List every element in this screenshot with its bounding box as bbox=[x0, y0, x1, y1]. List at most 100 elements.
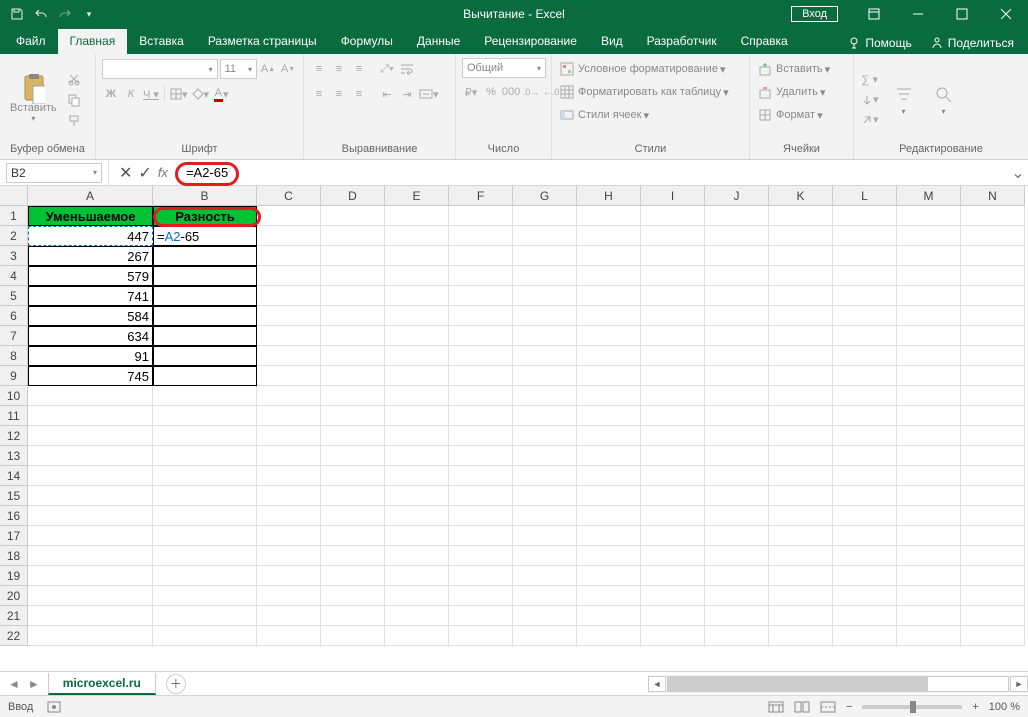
cell[interactable] bbox=[321, 206, 385, 226]
cell[interactable] bbox=[513, 506, 577, 526]
cell[interactable] bbox=[705, 526, 769, 546]
copy-icon[interactable] bbox=[65, 91, 83, 109]
row-header[interactable]: 22 bbox=[0, 626, 28, 646]
cell[interactable] bbox=[28, 526, 153, 546]
cell[interactable] bbox=[513, 366, 577, 386]
cell[interactable] bbox=[769, 606, 833, 626]
cell[interactable] bbox=[513, 546, 577, 566]
cell[interactable]: =A2-65 bbox=[153, 226, 257, 246]
cell[interactable] bbox=[513, 286, 577, 306]
cell[interactable] bbox=[577, 386, 641, 406]
row-header[interactable]: 1 bbox=[0, 206, 28, 226]
cell[interactable] bbox=[385, 386, 449, 406]
cell[interactable] bbox=[28, 606, 153, 626]
borders-icon[interactable]: ▾ bbox=[169, 85, 189, 103]
cell[interactable] bbox=[641, 566, 705, 586]
row-header[interactable]: 21 bbox=[0, 606, 28, 626]
cell[interactable] bbox=[769, 626, 833, 646]
accounting-format-icon[interactable]: ₽▾ bbox=[462, 83, 480, 101]
cell[interactable] bbox=[577, 446, 641, 466]
cell[interactable] bbox=[385, 446, 449, 466]
cell[interactable] bbox=[705, 426, 769, 446]
cell[interactable] bbox=[705, 406, 769, 426]
cell[interactable] bbox=[577, 506, 641, 526]
autosum-icon[interactable]: ∑ ▾ bbox=[860, 71, 880, 89]
cell[interactable] bbox=[961, 586, 1025, 606]
cell[interactable] bbox=[705, 486, 769, 506]
cell[interactable] bbox=[449, 286, 513, 306]
row-header[interactable]: 4 bbox=[0, 266, 28, 286]
row-header[interactable]: 16 bbox=[0, 506, 28, 526]
column-header[interactable]: A bbox=[28, 186, 153, 206]
save-icon[interactable] bbox=[6, 3, 28, 25]
cell[interactable] bbox=[153, 406, 257, 426]
column-header[interactable]: F bbox=[449, 186, 513, 206]
cell[interactable] bbox=[449, 386, 513, 406]
cell[interactable] bbox=[769, 326, 833, 346]
cell[interactable] bbox=[705, 566, 769, 586]
cell[interactable] bbox=[769, 486, 833, 506]
cell[interactable] bbox=[385, 586, 449, 606]
redo-icon[interactable] bbox=[54, 3, 76, 25]
fill-icon[interactable]: ▾ bbox=[860, 91, 880, 109]
cell[interactable]: 584 bbox=[28, 306, 153, 326]
cell[interactable] bbox=[961, 266, 1025, 286]
cell[interactable] bbox=[833, 446, 897, 466]
login-button[interactable]: Вход bbox=[791, 6, 838, 22]
row-header[interactable]: 5 bbox=[0, 286, 28, 306]
select-all-corner[interactable] bbox=[0, 186, 28, 206]
cell[interactable] bbox=[641, 346, 705, 366]
cell[interactable] bbox=[961, 606, 1025, 626]
row-header[interactable]: 10 bbox=[0, 386, 28, 406]
increase-font-icon[interactable]: A▲ bbox=[259, 60, 277, 78]
decrease-font-icon[interactable]: A▼ bbox=[279, 60, 297, 78]
cell[interactable] bbox=[513, 326, 577, 346]
cell[interactable] bbox=[257, 326, 321, 346]
cell[interactable] bbox=[705, 286, 769, 306]
cell[interactable] bbox=[449, 526, 513, 546]
cell[interactable] bbox=[833, 206, 897, 226]
cell[interactable] bbox=[897, 326, 961, 346]
cell[interactable] bbox=[577, 286, 641, 306]
cell[interactable] bbox=[153, 446, 257, 466]
cell[interactable] bbox=[577, 426, 641, 446]
cell[interactable] bbox=[513, 486, 577, 506]
column-header[interactable]: D bbox=[321, 186, 385, 206]
view-normal-icon[interactable] bbox=[768, 701, 784, 713]
cell[interactable] bbox=[641, 366, 705, 386]
cell[interactable] bbox=[961, 566, 1025, 586]
cell[interactable] bbox=[513, 586, 577, 606]
tell-me-button[interactable]: Помощь bbox=[841, 32, 917, 54]
cell[interactable] bbox=[153, 426, 257, 446]
sheet-nav-next-icon[interactable]: ► bbox=[28, 677, 40, 691]
row-header[interactable]: 19 bbox=[0, 566, 28, 586]
column-header[interactable]: G bbox=[513, 186, 577, 206]
qat-dropdown-icon[interactable]: ▾ bbox=[78, 3, 100, 25]
paste-button[interactable]: Вставить ▾ bbox=[6, 74, 61, 125]
cell[interactable] bbox=[449, 346, 513, 366]
cell[interactable] bbox=[833, 586, 897, 606]
cell[interactable] bbox=[321, 526, 385, 546]
cell[interactable] bbox=[897, 446, 961, 466]
cell[interactable] bbox=[961, 506, 1025, 526]
cell[interactable] bbox=[28, 386, 153, 406]
cell[interactable] bbox=[257, 466, 321, 486]
cell[interactable] bbox=[769, 346, 833, 366]
cell[interactable] bbox=[153, 626, 257, 646]
cell[interactable] bbox=[321, 566, 385, 586]
cell[interactable] bbox=[833, 526, 897, 546]
cell[interactable] bbox=[513, 626, 577, 646]
cell[interactable] bbox=[961, 226, 1025, 246]
cell[interactable] bbox=[897, 406, 961, 426]
fill-color-icon[interactable]: ▾ bbox=[191, 85, 211, 103]
cell[interactable] bbox=[449, 466, 513, 486]
cell[interactable] bbox=[449, 246, 513, 266]
cell[interactable] bbox=[769, 406, 833, 426]
cell[interactable] bbox=[257, 206, 321, 226]
merge-icon[interactable]: ▾ bbox=[418, 85, 440, 103]
row-header[interactable]: 17 bbox=[0, 526, 28, 546]
cell[interactable] bbox=[153, 306, 257, 326]
cell[interactable] bbox=[513, 266, 577, 286]
cell[interactable] bbox=[153, 466, 257, 486]
cell[interactable] bbox=[449, 586, 513, 606]
